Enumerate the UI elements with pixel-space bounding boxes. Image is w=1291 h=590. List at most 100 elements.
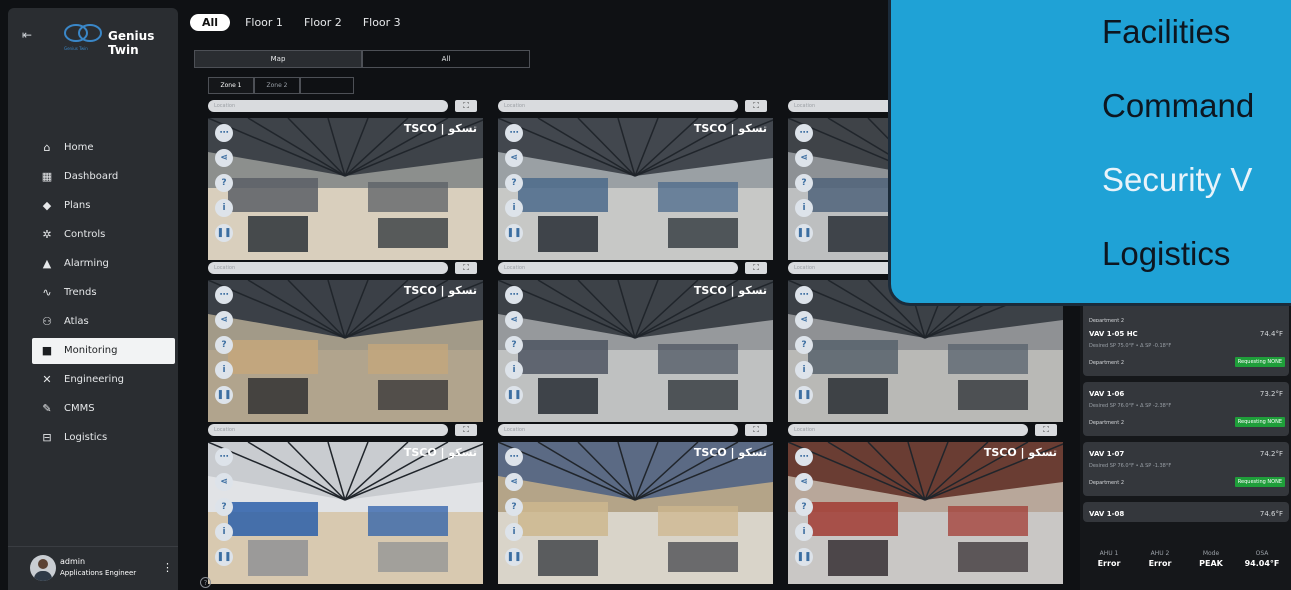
info-icon[interactable]: i (795, 199, 813, 217)
pause-icon[interactable]: ❚❚ (215, 548, 233, 566)
view-tab-map[interactable]: Map (194, 50, 362, 68)
camera-location-field[interactable]: Location (498, 262, 738, 274)
info-icon[interactable]: i (505, 523, 523, 541)
sidebar-item-home[interactable]: ⌂ Home (32, 134, 175, 160)
zone-tab-1[interactable]: Zone 1 (208, 77, 254, 94)
sidebar-item-alarming[interactable]: ▲ Alarming (32, 250, 175, 276)
camera-feed[interactable]: TSCO | تسکو ⋯ ⋖? i ❚❚ (498, 118, 773, 260)
camera-feed[interactable]: TSCO | تسکو ⋯ ⋖? i ❚❚ (208, 118, 483, 260)
camera-feed[interactable]: TSCO | تسکو ⋯ ⋖? i ❚❚ (498, 442, 773, 584)
help-icon[interactable]: ? (795, 498, 813, 516)
more-icon[interactable]: ⋯ (795, 124, 813, 142)
sidebar-item-controls[interactable]: ✲ Controls (32, 221, 175, 247)
share-icon[interactable]: ⋖ (215, 149, 233, 167)
camera-feed[interactable]: TSCO | تسکو ⋯ ⋖? i ❚❚ (208, 442, 483, 584)
camera-location-field[interactable]: Location (208, 100, 448, 112)
camera-tile[interactable]: Location ⛶ TSCO | تسکو ⋯ ⋖? i ❚❚ (498, 424, 773, 584)
help-icon[interactable]: ? (795, 336, 813, 354)
fullscreen-icon[interactable]: ⛶ (745, 100, 767, 112)
share-icon[interactable]: ⋖ (505, 473, 523, 491)
vav-card[interactable]: VAV 1-07 74.2°F Desired SP 76.0°F • Δ SP -… (1083, 442, 1289, 496)
more-icon[interactable]: ⋯ (795, 286, 813, 304)
camera-feed[interactable]: TSCO | تسکو ⋯ ⋖? i ❚❚ (498, 280, 773, 422)
more-icon[interactable]: ⋯ (505, 286, 523, 304)
info-icon[interactable]: i (215, 523, 233, 541)
camera-location-field[interactable]: Location (208, 262, 448, 274)
share-icon[interactable]: ⋖ (215, 311, 233, 329)
view-tab-all[interactable]: All (362, 50, 530, 68)
pause-icon[interactable]: ❚❚ (215, 224, 233, 242)
user-profile[interactable]: admin Applications Engineer ⋮ (8, 546, 178, 590)
camera-tile[interactable]: Location ⛶ TSCO | تسکو ⋯ ⋖? i ❚❚ (208, 100, 483, 260)
share-icon[interactable]: ⋖ (505, 311, 523, 329)
help-icon[interactable]: ? (795, 174, 813, 192)
fullscreen-icon[interactable]: ⛶ (455, 262, 477, 274)
sidebar-item-dashboard[interactable]: ▦ Dashboard (32, 163, 175, 189)
camera-location-field[interactable]: Location (788, 424, 1028, 436)
info-icon[interactable]: i (795, 523, 813, 541)
info-icon[interactable]: i (215, 199, 233, 217)
more-icon[interactable]: ⋯ (505, 124, 523, 142)
vav-card[interactable]: VAV 1-08 74.6°F (1083, 502, 1289, 522)
help-icon[interactable]: ? (505, 174, 523, 192)
pause-icon[interactable]: ❚❚ (795, 224, 813, 242)
camera-feed[interactable]: TSCO | تسکو ⋯ ⋖? i ❚❚ (788, 442, 1063, 584)
pause-icon[interactable]: ❚❚ (795, 548, 813, 566)
share-icon[interactable]: ⋖ (795, 473, 813, 491)
camera-feed[interactable]: TSCO | تسکو ⋯ ⋖? i ❚❚ (208, 280, 483, 422)
fullscreen-icon[interactable]: ⛶ (745, 424, 767, 436)
floor-tab-floor-3[interactable]: Floor 3 (357, 14, 407, 31)
camera-location-field[interactable]: Location (498, 100, 738, 112)
camera-tile[interactable]: Location ⛶ TSCO | تسکو ⋯ ⋖? i ❚❚ (788, 424, 1063, 584)
fullscreen-icon[interactable]: ⛶ (1035, 424, 1057, 436)
share-icon[interactable]: ⋖ (795, 311, 813, 329)
camera-location-field[interactable]: Location (208, 424, 448, 436)
help-icon[interactable]: ? (215, 174, 233, 192)
camera-tile[interactable]: Location ⛶ TSCO | تسکو ⋯ ⋖? i ❚❚ (208, 262, 483, 422)
more-vertical-icon[interactable]: ⋮ (162, 561, 173, 574)
sidebar-item-cmms[interactable]: ✎ CMMS (32, 396, 175, 422)
pause-icon[interactable]: ❚❚ (505, 386, 523, 404)
sidebar-item-logistics[interactable]: ⊟ Logistics (32, 425, 175, 451)
vav-card[interactable]: VAV 1-05 HC 74.4°F Desired SP 75.0°F • Δ S… (1083, 322, 1289, 376)
floor-tab-floor-1[interactable]: Floor 1 (239, 14, 289, 31)
floor-tab-floor-2[interactable]: Floor 2 (298, 14, 348, 31)
share-icon[interactable]: ⋖ (795, 149, 813, 167)
pause-icon[interactable]: ❚❚ (505, 224, 523, 242)
sidebar-item-plans[interactable]: ◆ Plans (32, 192, 175, 218)
more-icon[interactable]: ⋯ (505, 448, 523, 466)
vav-card[interactable]: VAV 1-06 73.2°F Desired SP 76.0°F • Δ SP -… (1083, 382, 1289, 436)
fullscreen-icon[interactable]: ⛶ (745, 262, 767, 274)
share-icon[interactable]: ⋖ (215, 473, 233, 491)
info-icon[interactable]: i (215, 361, 233, 379)
pause-icon[interactable]: ❚❚ (795, 386, 813, 404)
fullscreen-icon[interactable]: ⛶ (455, 100, 477, 112)
help-icon[interactable]: ? (505, 336, 523, 354)
info-icon[interactable]: i (505, 199, 523, 217)
info-icon[interactable]: i (505, 361, 523, 379)
camera-tile[interactable]: Location ⛶ TSCO | تسکو ⋯ ⋖? i ❚❚ (208, 424, 483, 584)
pause-icon[interactable]: ❚❚ (215, 386, 233, 404)
sidebar-item-trends[interactable]: ∿ Trends (32, 279, 175, 305)
floor-tab-all[interactable]: All (190, 14, 231, 31)
more-icon[interactable]: ⋯ (215, 286, 233, 304)
help-icon[interactable]: ? (200, 577, 211, 588)
zone-tab-2[interactable]: Zone 2 (254, 77, 300, 94)
pause-icon[interactable]: ❚❚ (505, 548, 523, 566)
camera-location-field[interactable]: Location (498, 424, 738, 436)
collapse-icon[interactable]: ⇤ (22, 28, 32, 42)
more-icon[interactable]: ⋯ (795, 448, 813, 466)
info-icon[interactable]: i (795, 361, 813, 379)
share-icon[interactable]: ⋖ (505, 149, 523, 167)
more-icon[interactable]: ⋯ (215, 448, 233, 466)
help-icon[interactable]: ? (215, 498, 233, 516)
sidebar-item-engineering[interactable]: ✕ Engineering (32, 367, 175, 393)
sidebar-item-monitoring[interactable]: ■ Monitoring (32, 337, 175, 364)
help-icon[interactable]: ? (215, 336, 233, 354)
help-icon[interactable]: ? (505, 498, 523, 516)
camera-tile[interactable]: Location ⛶ TSCO | تسکو ⋯ ⋖? i ❚❚ (498, 262, 773, 422)
camera-tile[interactable]: Location ⛶ TSCO | تسکو ⋯ ⋖? i ❚❚ (498, 100, 773, 260)
more-icon[interactable]: ⋯ (215, 124, 233, 142)
sidebar-item-atlas[interactable]: ⚇ Atlas (32, 309, 175, 335)
fullscreen-icon[interactable]: ⛶ (455, 424, 477, 436)
